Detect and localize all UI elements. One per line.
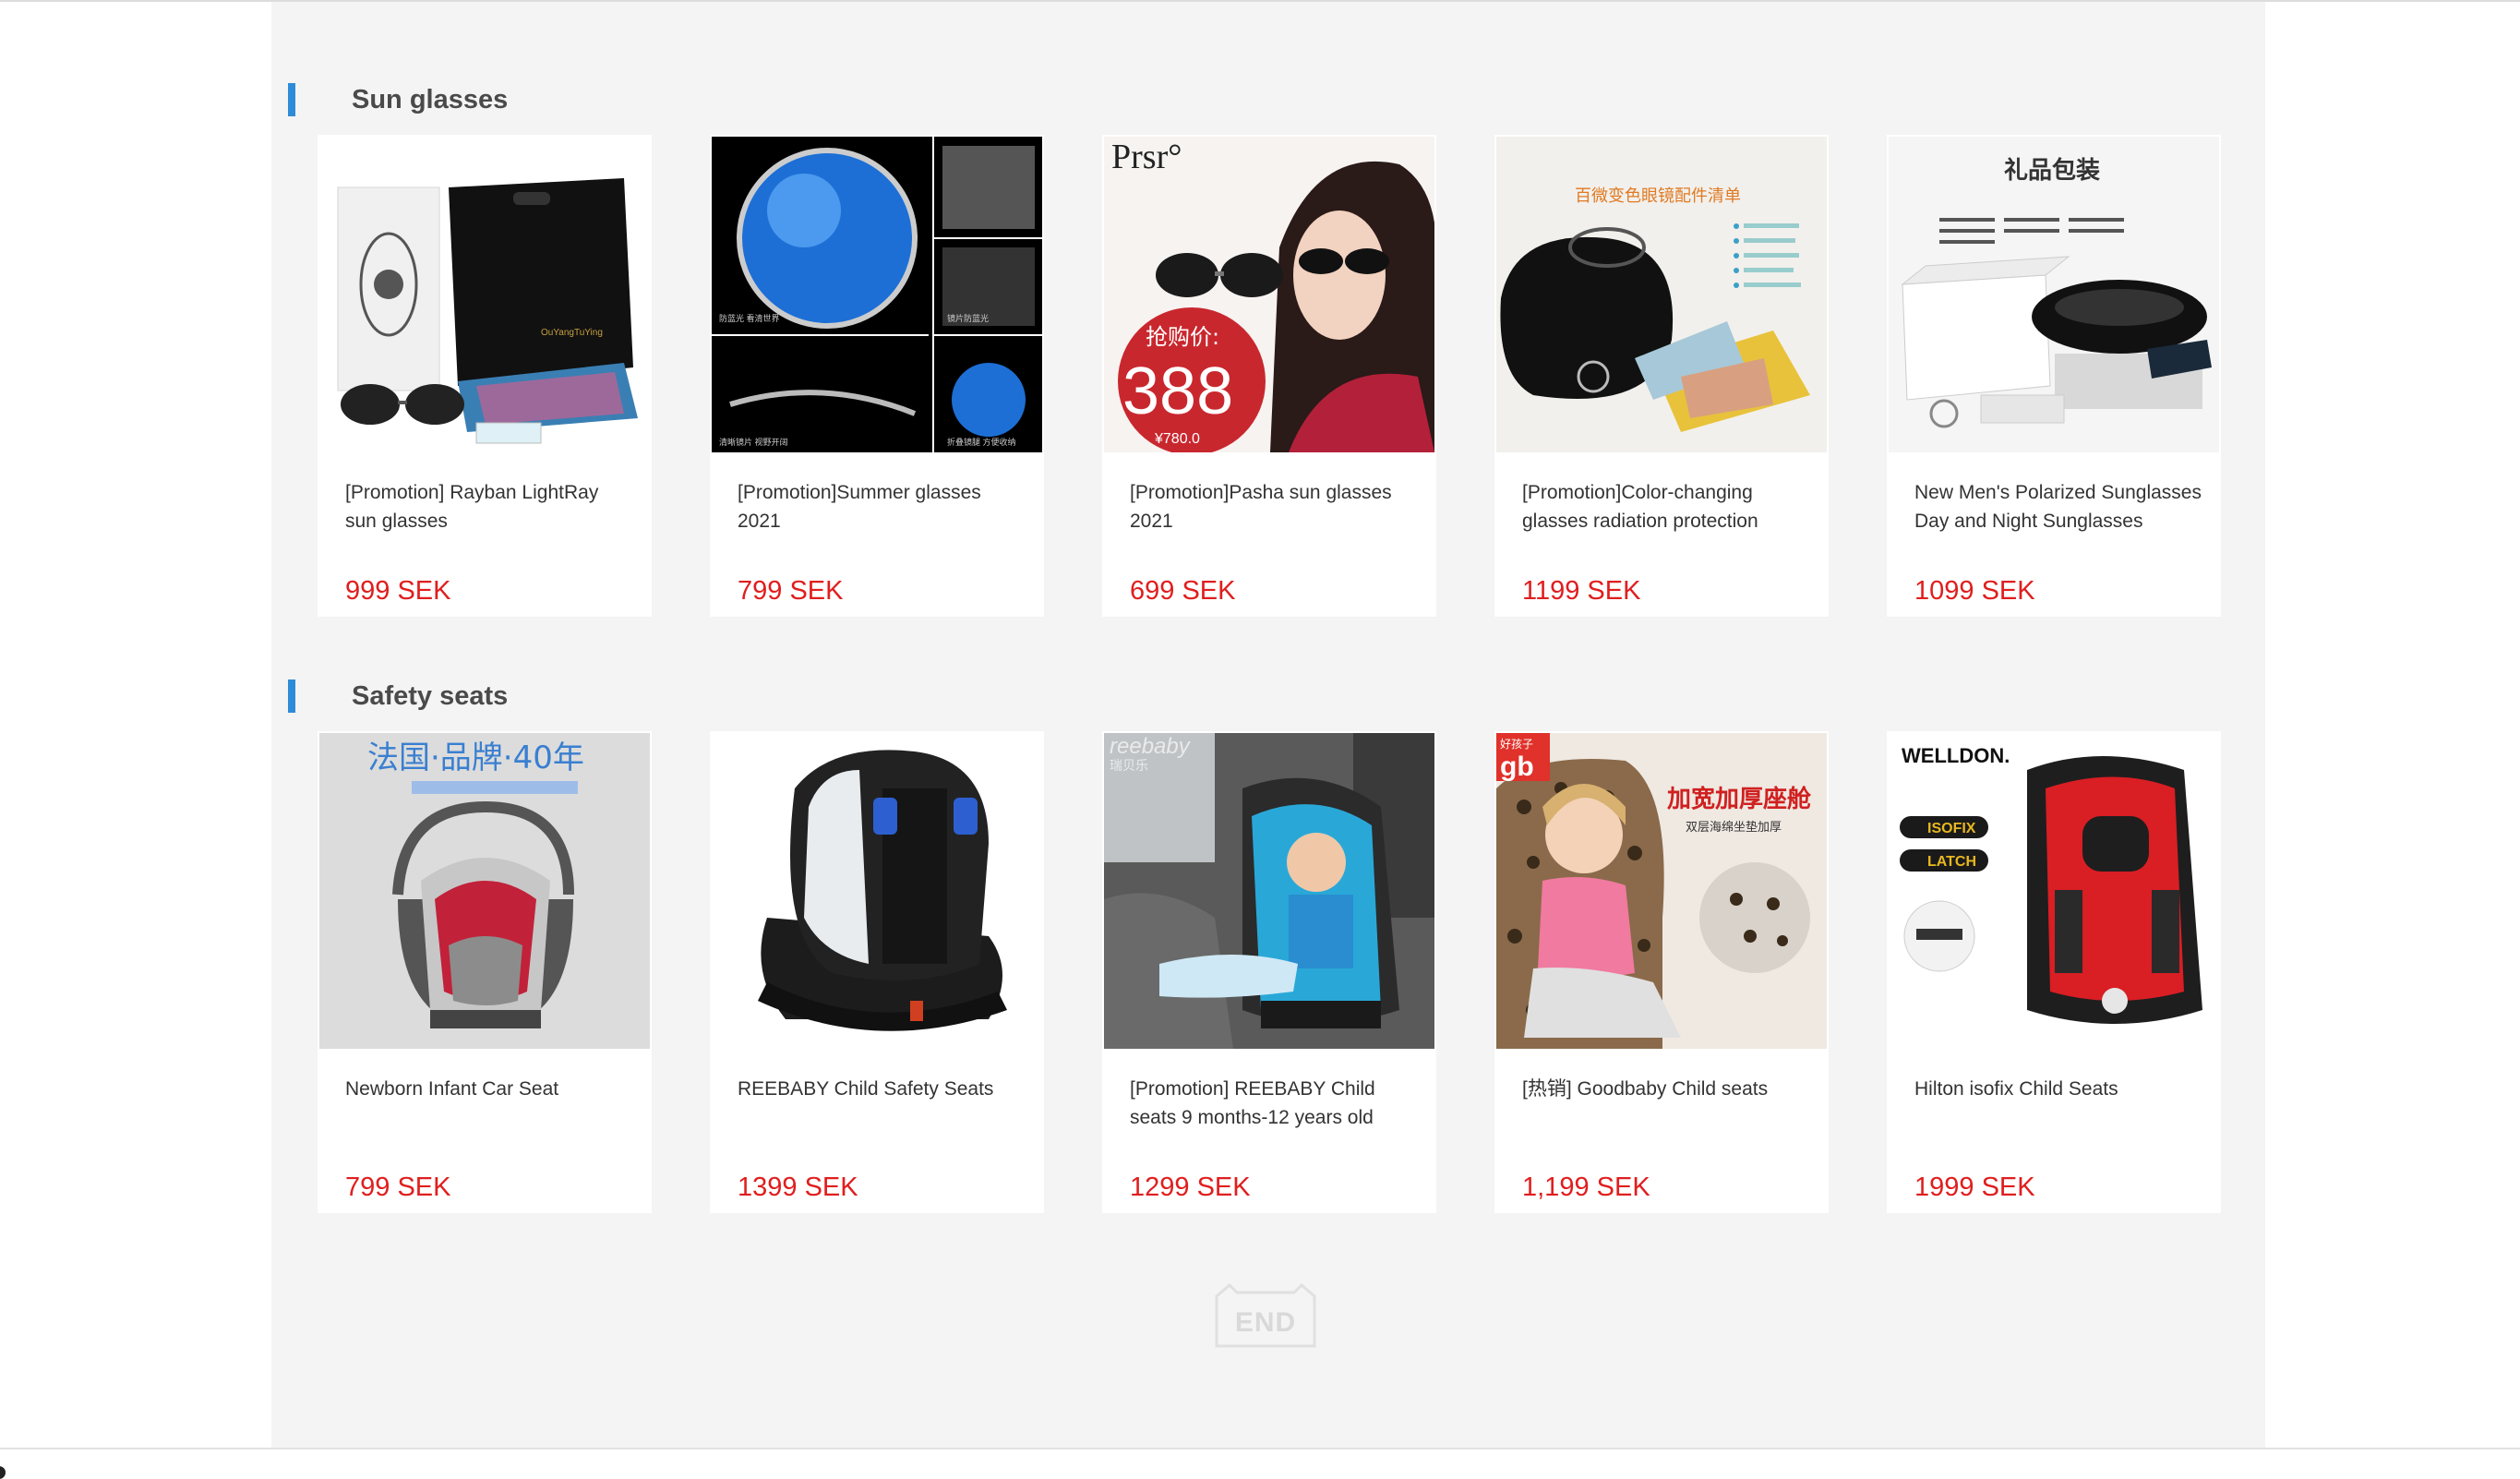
- product-title[interactable]: New Men's Polarized Sunglasses Day and N…: [1914, 478, 2202, 535]
- product-card[interactable]: Prsr° 抢购价: 388 ¥780.0 [Promotion]Pasha s…: [1102, 135, 1436, 617]
- red-child-seat-image[interactable]: WELLDON. ISOFIX LATCH: [1889, 733, 2219, 1049]
- image-original-price: ¥780.0: [1154, 431, 1200, 447]
- product-grid-safety-seats: 法国·品牌·40年 Newborn Infant Car Seat 799 SE…: [318, 731, 2221, 1213]
- blue-lens-sunglasses-closeup-image[interactable]: 防蓝光 看清世界 清晰镜片 视野开阔 镜片防蓝光 折叠镜腿 方便收纳: [712, 137, 1042, 452]
- infant-carrier-seat-image[interactable]: 法国·品牌·40年: [319, 733, 650, 1049]
- bottom-divider: [0, 1448, 2520, 1449]
- brand-watermark: reebaby: [1110, 734, 1192, 759]
- product-price: 1399 SEK: [738, 1172, 858, 1202]
- image-caption: ISOFIX: [1927, 821, 1976, 836]
- corner-indicator: [0, 1466, 6, 1479]
- product-title[interactable]: Hilton isofix Child Seats: [1914, 1075, 2202, 1103]
- product-grid-sun-glasses: OuYangTuYing [Promotion] Rayban LightRay…: [318, 135, 2221, 617]
- image-caption: 百微变色眼镜配件清单: [1575, 186, 1741, 206]
- product-card[interactable]: 礼品包装 New Men's Polarized Sunglasses Day …: [1887, 135, 2221, 617]
- girl-in-booster-seat-image[interactable]: 好孩子 gb 加宽加厚座舱 双层海绵坐垫加厚: [1496, 733, 1827, 1049]
- product-title[interactable]: REEBABY Child Safety Seats: [738, 1075, 1026, 1103]
- product-card[interactable]: 好孩子 gb 加宽加厚座舱 双层海绵坐垫加厚 [热销] Goodbaby Chi…: [1494, 731, 1829, 1213]
- brand-watermark: 好孩子: [1500, 738, 1533, 751]
- section-title: Safety seats: [352, 681, 509, 711]
- image-caption: 抢购价:: [1146, 324, 1219, 350]
- model-wearing-sunglasses-image[interactable]: Prsr° 抢购价: 388 ¥780.0: [1104, 137, 1434, 452]
- child-in-car-seat-image[interactable]: reebaby 瑞贝乐: [1104, 733, 1434, 1049]
- product-title[interactable]: Newborn Infant Car Seat: [345, 1075, 633, 1103]
- product-title[interactable]: [Promotion] REEBABY Child seats 9 months…: [1130, 1075, 1418, 1132]
- product-card[interactable]: OuYangTuYing [Promotion] Rayban LightRay…: [318, 135, 652, 617]
- product-card[interactable]: REEBABY Child Safety Seats 1399 SEK: [710, 731, 1044, 1213]
- image-caption: LATCH: [1927, 854, 1976, 870]
- svg-text:OuYangTuYing: OuYangTuYing: [541, 328, 603, 338]
- product-card[interactable]: 防蓝光 看清世界 清晰镜片 视野开阔 镜片防蓝光 折叠镜腿 方便收纳 [Prom…: [710, 135, 1044, 617]
- end-label: END: [1234, 1307, 1297, 1338]
- product-price: 1199 SEK: [1522, 576, 1641, 606]
- image-caption: 加宽加厚座舱: [1667, 785, 1812, 813]
- image-caption: 清晰镜片 视野开阔: [719, 437, 788, 447]
- image-caption: 折叠镜腿 方便收纳: [947, 437, 1016, 447]
- image-caption: 双层海绵坐垫加厚: [1686, 820, 1782, 835]
- end-of-list-marker: END: [1213, 1283, 1318, 1348]
- black-child-seat-image[interactable]: [712, 733, 1042, 1049]
- product-price: 999 SEK: [345, 576, 451, 606]
- product-title[interactable]: [Promotion]Summer glasses 2021: [738, 478, 1026, 535]
- product-card[interactable]: reebaby 瑞贝乐 [Promotion] REEBABY Child se…: [1102, 731, 1436, 1213]
- image-caption: 镜片防蓝光: [947, 313, 989, 323]
- image-caption: 礼品包装: [2004, 156, 2100, 185]
- image-caption: 法国·品牌·40年: [367, 740, 584, 776]
- brand-watermark: Prsr°: [1111, 138, 1182, 176]
- product-card[interactable]: WELLDON. ISOFIX LATCH Hilton isofix Chil…: [1887, 731, 2221, 1213]
- image-caption: 瑞贝乐: [1110, 759, 1148, 774]
- product-price: 1,199 SEK: [1522, 1172, 1650, 1202]
- product-title[interactable]: [Promotion]Color-changing glasses radiat…: [1522, 478, 1810, 535]
- product-title[interactable]: [热销] Goodbaby Child seats: [1522, 1075, 1810, 1103]
- glasses-case-accessories-image[interactable]: 百微变色眼镜配件清单: [1496, 137, 1827, 452]
- section-accent-bar: [288, 83, 295, 116]
- product-card[interactable]: 法国·品牌·40年 Newborn Infant Car Seat 799 SE…: [318, 731, 652, 1213]
- product-price: 1099 SEK: [1914, 576, 2035, 606]
- sunglasses-gift-box-image[interactable]: OuYangTuYing: [319, 137, 650, 452]
- gift-packaging-image[interactable]: 礼品包装: [1889, 137, 2219, 452]
- section-title: Sun glasses: [352, 85, 509, 114]
- product-price: 699 SEK: [1130, 576, 1236, 606]
- product-price: 1299 SEK: [1130, 1172, 1251, 1202]
- section-accent-bar: [288, 679, 295, 713]
- product-title[interactable]: [Promotion]Pasha sun glasses 2021: [1130, 478, 1418, 535]
- product-price: 799 SEK: [345, 1172, 451, 1202]
- product-card[interactable]: 百微变色眼镜配件清单 [Promotion]Color-changing gla…: [1494, 135, 1829, 617]
- brand-logo: WELLDON.: [1902, 744, 2010, 767]
- brand-logo: gb: [1500, 752, 1534, 782]
- product-price: 1999 SEK: [1914, 1172, 2035, 1202]
- product-price: 799 SEK: [738, 576, 844, 606]
- image-caption: 防蓝光 看清世界: [719, 313, 780, 323]
- product-title[interactable]: [Promotion] Rayban LightRay sun glasses: [345, 478, 633, 535]
- image-promo-price: 388: [1122, 355, 1233, 428]
